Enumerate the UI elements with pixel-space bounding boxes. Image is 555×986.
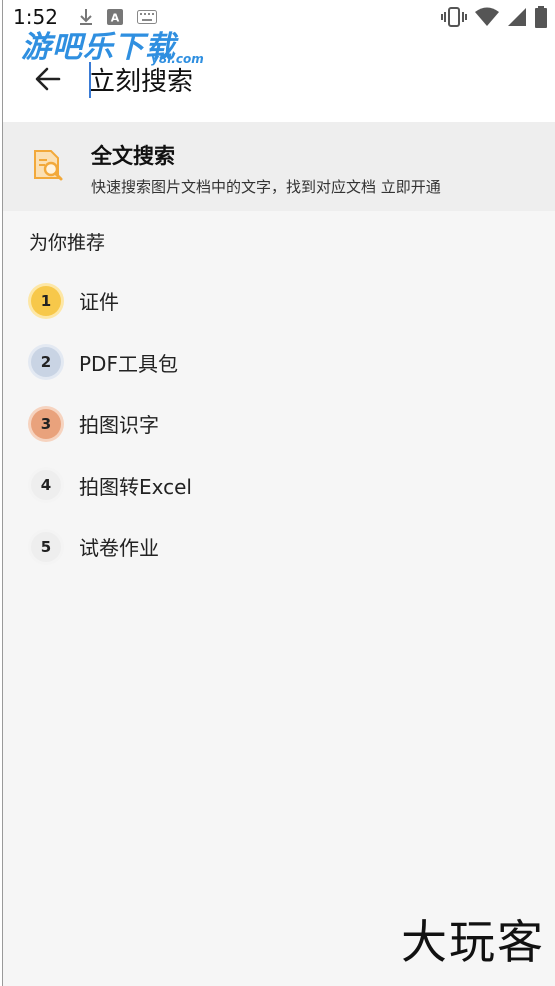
rank-badge: 1 xyxy=(31,285,61,316)
rank-badge: 4 xyxy=(31,470,61,501)
recommendation-item-5[interactable]: 5 试卷作业 xyxy=(3,516,555,578)
recommendation-label: 试卷作业 xyxy=(79,536,159,561)
full-text-search-description: 快速搜索图片文档中的文字，找到对应文档 立即开通 xyxy=(91,178,441,196)
recommendation-item-3[interactable]: 3 拍图识字 xyxy=(3,393,555,455)
status-right-icons xyxy=(441,6,547,32)
recommendations-heading: 为你推荐 xyxy=(29,232,106,254)
full-text-search-title: 全文搜索 xyxy=(91,144,175,168)
rank-badge: 2 xyxy=(31,347,61,378)
battery-icon xyxy=(535,6,547,32)
recommendation-label: 拍图识字 xyxy=(79,413,159,438)
recommendations-list: 1 证件 2 PDF工具包 3 拍图识字 4 拍图转Excel 5 试卷作业 xyxy=(3,270,555,578)
recommendation-label: 证件 xyxy=(79,290,119,315)
watermark-bottom: 大玩客 xyxy=(401,915,545,969)
recommendation-label: PDF工具包 xyxy=(79,351,178,376)
vibrate-icon xyxy=(441,7,467,31)
full-text-search-card[interactable]: 全文搜索 快速搜索图片文档中的文字，找到对应文档 立即开通 xyxy=(3,122,555,211)
text-caret xyxy=(89,62,91,98)
app-frame: 1:52 A 游吧乐下载 y8l.com 立刻搜索 全文搜索 快速搜索图片文档中… xyxy=(2,0,555,986)
signal-icon xyxy=(507,7,527,31)
recommendation-item-2[interactable]: 2 PDF工具包 xyxy=(3,332,555,394)
rank-badge: 5 xyxy=(31,531,61,562)
recommendation-item-1[interactable]: 1 证件 xyxy=(3,270,555,332)
recommendation-item-4[interactable]: 4 拍图转Excel xyxy=(3,455,555,517)
arrow-left-icon xyxy=(35,67,61,91)
wifi-icon xyxy=(475,7,499,31)
watermark-logo-sub: y8l.com xyxy=(151,52,204,66)
recommendation-label: 拍图转Excel xyxy=(79,474,192,499)
rank-badge: 3 xyxy=(31,408,61,439)
back-button[interactable] xyxy=(31,62,65,96)
document-search-icon xyxy=(31,148,65,182)
watermark-logo: 游吧乐下载 y8l.com xyxy=(21,22,204,66)
